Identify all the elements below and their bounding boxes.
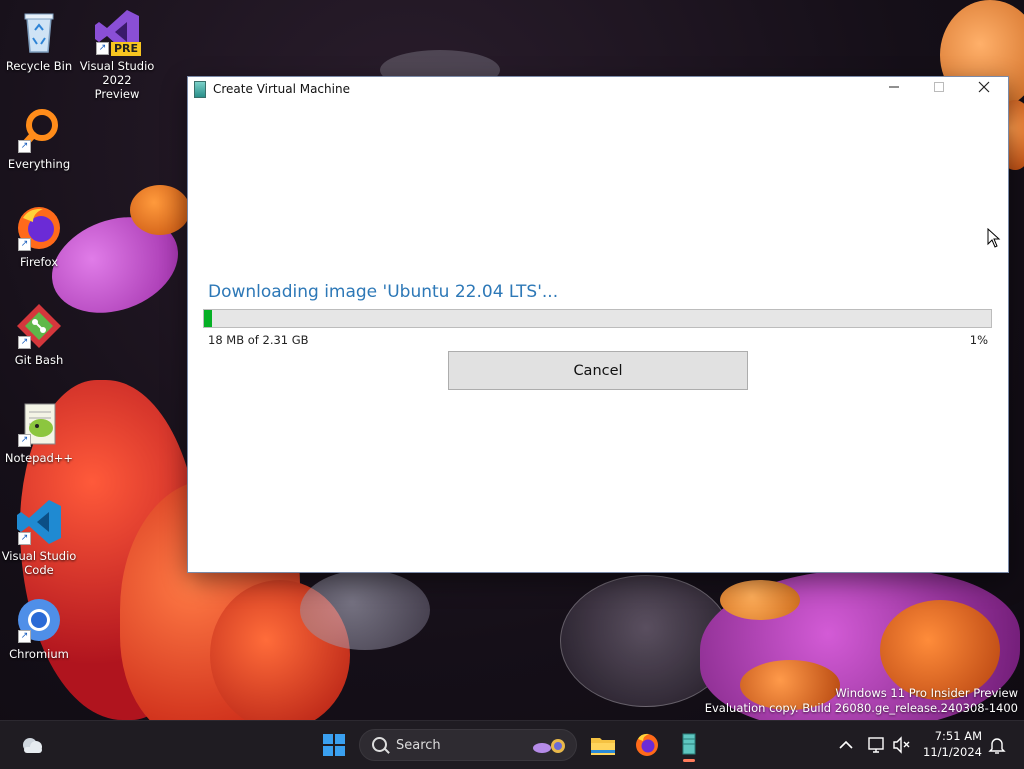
windows-watermark: Windows 11 Pro Insider Preview Evaluatio…	[705, 686, 1018, 716]
search-highlight-icon	[533, 739, 565, 753]
start-icon	[323, 734, 345, 756]
taskbar-search[interactable]: Search	[359, 729, 577, 761]
wallpaper-shape	[130, 185, 190, 235]
desktop-icon-label: Visual Studio 2022 Preview	[79, 59, 155, 101]
desktop-icon-label: Firefox	[19, 255, 59, 269]
window-title: Create Virtual Machine	[213, 82, 350, 96]
watermark-edition: Windows 11 Pro Insider Preview	[835, 686, 1018, 700]
desktop-icon-notepad-plus-plus[interactable]: ↗ Notepad++	[1, 400, 77, 465]
search-placeholder: Search	[396, 738, 441, 753]
weather-cloud-icon	[23, 738, 42, 753]
desktop-icon-everything[interactable]: ↗ Everything	[1, 106, 77, 171]
desktop-icon-label: Git Bash	[14, 353, 64, 367]
minimize-icon	[889, 86, 899, 88]
create-vm-window: Create Virtual Machine Downloading image…	[188, 77, 1008, 572]
download-percent-text: 1%	[969, 333, 988, 347]
desktop-icon-label: Chromium	[9, 647, 69, 661]
volume-button[interactable]	[886, 729, 918, 761]
desktop-icon-git-bash[interactable]: ↗ Git Bash	[1, 302, 77, 367]
desktop-icon-label: Visual Studio Code	[1, 549, 77, 577]
search-icon	[372, 737, 387, 752]
mouse-cursor-icon	[987, 228, 1001, 248]
download-status-text: Downloading image 'Ubuntu 22.04 LTS'...	[208, 282, 559, 302]
downloaded-size-text: 18 MB of 2.31 GB	[208, 333, 309, 347]
maximize-icon	[934, 82, 944, 92]
desktop-icon-chromium[interactable]: ↗ Chromium	[1, 596, 77, 661]
desktop-icon-label: Notepad++	[4, 451, 74, 465]
shortcut-arrow-icon: ↗	[18, 140, 31, 153]
cancel-button[interactable]: Cancel	[448, 351, 748, 390]
shortcut-arrow-icon: ↗	[18, 238, 31, 251]
firefox-icon: ↗	[15, 204, 63, 252]
notifications-button[interactable]	[981, 729, 1013, 761]
preview-badge: PRE	[110, 42, 141, 56]
git-bash-icon: ↗	[15, 302, 63, 350]
maximize-button[interactable]	[916, 77, 962, 101]
chromium-icon: ↗	[15, 596, 63, 644]
desktop-icon-recycle-bin[interactable]: Recycle Bin	[1, 8, 77, 73]
taskbar-file-explorer[interactable]	[587, 729, 619, 761]
desktop-icon-visual-studio[interactable]: PRE ↗ Visual Studio 2022 Preview	[79, 8, 155, 101]
recycle-bin-icon	[15, 8, 63, 56]
desktop-icon-label: Recycle Bin	[5, 59, 73, 73]
minimize-button[interactable]	[871, 77, 917, 101]
taskbar: Search 7:51 AM 11/1/2024	[0, 720, 1024, 769]
vscode-icon: ↗	[15, 498, 63, 546]
download-progress-bar	[203, 309, 992, 328]
clock-time: 7:51 AM	[934, 729, 982, 743]
desktop-icon-label: Everything	[7, 157, 71, 171]
file-explorer-icon	[591, 738, 615, 755]
progress-fill	[204, 310, 212, 327]
everything-icon: ↗	[15, 106, 63, 154]
chevron-up-icon	[839, 740, 853, 749]
clock-date: 11/1/2024	[923, 745, 982, 759]
firefox-icon	[636, 733, 658, 756]
active-app-indicator	[683, 759, 695, 762]
taskbar-firefox[interactable]	[631, 729, 663, 761]
shortcut-arrow-icon: ↗	[18, 336, 31, 349]
virtual-machine-app-icon	[194, 81, 206, 98]
shortcut-arrow-icon: ↗	[96, 42, 109, 55]
taskbar-virtual-machine-app[interactable]	[673, 729, 705, 762]
shortcut-arrow-icon: ↗	[18, 532, 31, 545]
weather-widget[interactable]	[16, 729, 48, 761]
shortcut-arrow-icon: ↗	[18, 434, 31, 447]
start-button[interactable]	[318, 729, 350, 761]
notepad-plus-plus-icon: ↗	[15, 400, 63, 448]
wallpaper-shape	[720, 580, 800, 620]
wallpaper-shape	[880, 600, 1000, 700]
close-icon	[978, 81, 990, 93]
wallpaper-shape	[300, 570, 430, 650]
show-hidden-icons-button[interactable]	[830, 729, 862, 761]
watermark-build: Evaluation copy. Build 26080.ge_release.…	[704, 701, 1018, 715]
volume-muted-icon	[893, 736, 910, 754]
virtual-machine-app-icon	[682, 733, 696, 755]
desktop-icon-vscode[interactable]: ↗ Visual Studio Code	[1, 498, 77, 577]
shortcut-arrow-icon: ↗	[18, 630, 31, 643]
close-button[interactable]	[961, 77, 1007, 101]
taskbar-clock[interactable]: 7:51 AM 11/1/2024	[923, 728, 982, 760]
desktop-icon-firefox[interactable]: ↗ Firefox	[1, 204, 77, 269]
window-titlebar[interactable]: Create Virtual Machine	[188, 77, 1008, 101]
visual-studio-icon: PRE ↗	[93, 8, 141, 56]
bell-icon	[988, 738, 1006, 754]
